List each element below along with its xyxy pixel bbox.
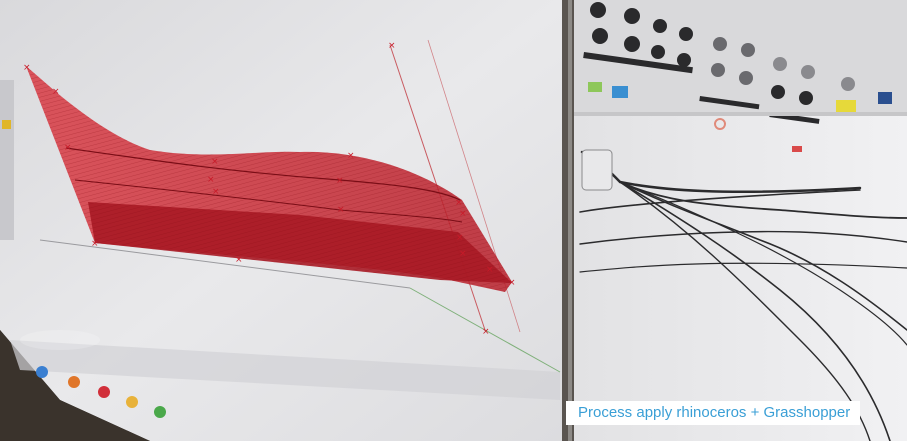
svg-text:×: ×: [482, 327, 490, 337]
svg-text:×: ×: [336, 176, 344, 186]
svg-text:×: ×: [235, 255, 243, 265]
photo-scene: × × × × × × × × × × × × × × × × × × ×: [0, 0, 907, 441]
svg-text:×: ×: [347, 151, 355, 161]
svg-text:×: ×: [486, 265, 494, 275]
svg-text:×: ×: [388, 41, 396, 51]
svg-text:×: ×: [64, 143, 72, 153]
svg-text:×: ×: [52, 87, 60, 97]
grasshopper-monitor: [574, 0, 907, 441]
svg-text:×: ×: [455, 198, 463, 208]
svg-text:×: ×: [211, 157, 219, 167]
svg-text:×: ×: [212, 187, 220, 197]
svg-text:×: ×: [23, 63, 31, 73]
svg-text:×: ×: [91, 239, 99, 249]
svg-text:×: ×: [337, 205, 345, 215]
svg-text:×: ×: [508, 278, 516, 288]
rhino-monitor: × × × × × × × × × × × × × × × × × × ×: [0, 0, 566, 441]
gh-component-node: [581, 149, 613, 191]
svg-text:×: ×: [207, 175, 215, 185]
svg-text:×: ×: [456, 233, 464, 243]
svg-text:×: ×: [459, 209, 467, 219]
svg-text:×: ×: [459, 249, 467, 259]
caption-label: Process apply rhinoceros + Grasshopper: [566, 401, 860, 425]
